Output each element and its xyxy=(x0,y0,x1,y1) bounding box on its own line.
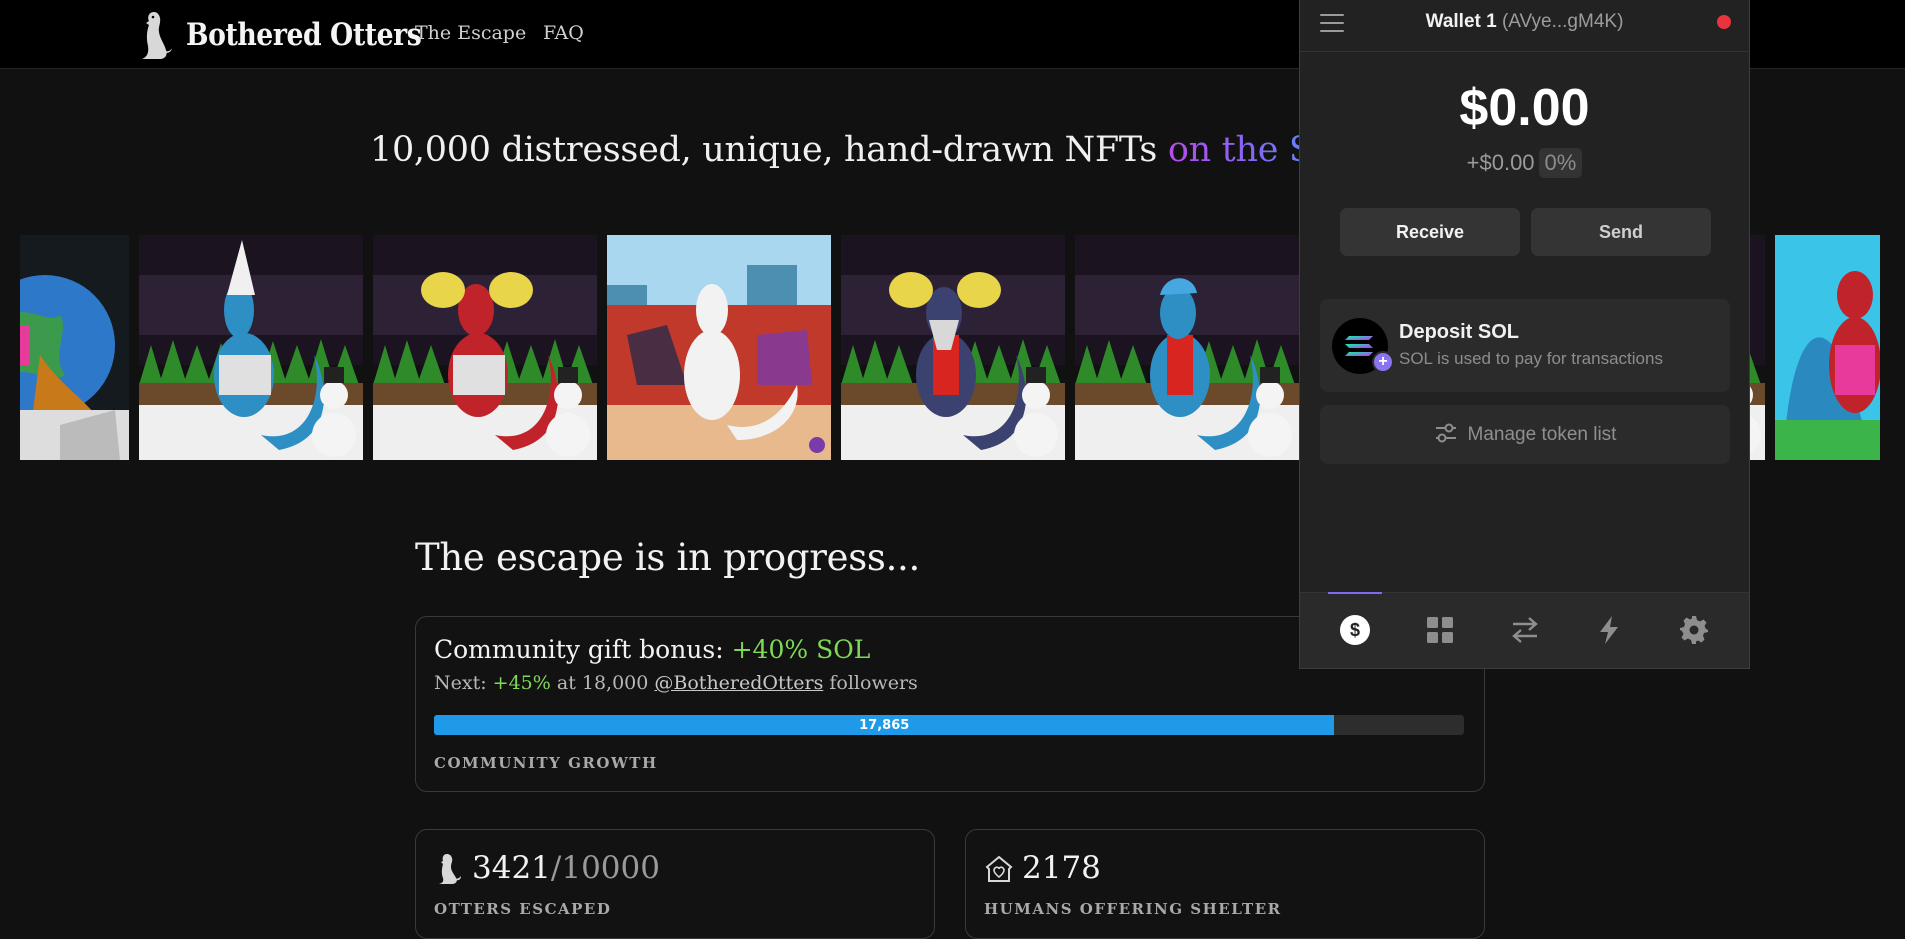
next-prefix: Next: xyxy=(434,672,493,694)
gift-bonus-value: +40% SOL xyxy=(731,635,871,664)
manage-token-list-button[interactable]: Manage token list xyxy=(1320,405,1730,464)
wallet-account-selector[interactable]: Wallet 1 (AVye...gM4K) xyxy=(1300,11,1749,33)
otters-escaped-caption: OTTERS ESCAPED xyxy=(434,900,612,918)
next-threshold: at 18,000 xyxy=(550,672,655,694)
progress-title: The escape is in progress... xyxy=(415,536,920,579)
community-growth-bar: 17,865 xyxy=(434,715,1464,735)
shelter-count: 2178 xyxy=(1022,850,1101,886)
nav-the-escape[interactable]: The Escape xyxy=(415,22,526,44)
next-bonus-line: Next: +45% at 18,000 @BotheredOtters fol… xyxy=(434,672,918,694)
nft-artwork-white-otter-graffiti xyxy=(607,235,831,460)
tab-collectibles[interactable] xyxy=(1420,610,1460,650)
house-heart-icon xyxy=(985,855,1013,882)
deposit-title: Deposit SOL xyxy=(1399,321,1520,343)
dollar-icon: $ xyxy=(1340,615,1370,645)
nft-tile[interactable] xyxy=(20,235,129,460)
gift-bonus-label: Community gift bonus: xyxy=(434,635,732,664)
deposit-subtitle: SOL is used to pay for transactions xyxy=(1399,349,1663,368)
otters-escaped-count: 3421/10000 xyxy=(472,850,660,886)
escaped-total: /10000 xyxy=(550,850,660,886)
shelter-caption: HUMANS OFFERING SHELTER xyxy=(984,900,1282,918)
next-suffix: followers xyxy=(823,672,918,694)
tab-swap[interactable] xyxy=(1505,610,1545,650)
otter-logo-icon xyxy=(142,12,172,59)
nft-artwork-navy-otter-scarf xyxy=(841,235,1065,460)
tab-activity[interactable] xyxy=(1589,610,1629,650)
community-growth-caption: COMMUNITY GROWTH xyxy=(434,754,658,772)
connection-status-dot xyxy=(1717,15,1731,29)
nft-tile[interactable] xyxy=(841,235,1065,460)
twitter-handle-link[interactable]: @BotheredOtters xyxy=(654,672,823,694)
gift-bonus-heading: Community gift bonus: +40% SOL xyxy=(434,635,870,664)
balance-change-percent: 0% xyxy=(1538,148,1583,178)
gear-icon xyxy=(1680,616,1708,644)
nft-artwork-red-otter-pigtails xyxy=(373,235,597,460)
sliders-icon xyxy=(1435,423,1456,443)
next-bonus-value: +45% xyxy=(492,672,551,694)
deposit-sol-card[interactable]: + Deposit SOL SOL is used to pay for tra… xyxy=(1320,299,1730,392)
receive-button[interactable]: Receive xyxy=(1340,208,1520,256)
wallet-address: (AVye...gM4K) xyxy=(1501,11,1624,32)
active-tab-indicator xyxy=(1328,592,1382,594)
nav-faq[interactable]: FAQ xyxy=(543,22,584,44)
nft-artwork-earth xyxy=(20,235,129,460)
nft-tile[interactable] xyxy=(607,235,831,460)
brand-logo[interactable]: Bothered Otters xyxy=(138,8,460,62)
otter-icon xyxy=(439,854,461,884)
wallet-balance: $0.00 xyxy=(1459,79,1590,137)
balance-change-amount: +$0.00 xyxy=(1466,150,1535,175)
nft-tile[interactable] xyxy=(139,235,363,460)
wallet-tab-bar: $ xyxy=(1300,592,1749,668)
wallet-name: Wallet 1 xyxy=(1425,11,1497,32)
swap-icon xyxy=(1512,617,1538,643)
send-button[interactable]: Send xyxy=(1531,208,1711,256)
manage-token-list-label: Manage token list xyxy=(1467,424,1617,445)
otters-escaped-card: 3421/10000 OTTERS ESCAPED xyxy=(415,829,935,939)
humans-shelter-card: 2178 HUMANS OFFERING SHELTER xyxy=(965,829,1485,939)
tab-tokens[interactable]: $ xyxy=(1335,610,1375,650)
hero-tagline: 10,000 distressed, unique, hand-drawn NF… xyxy=(370,130,1382,170)
nft-tile[interactable] xyxy=(1075,235,1299,460)
nft-tile[interactable] xyxy=(373,235,597,460)
wallet-header: Wallet 1 (AVye...gM4K) xyxy=(1300,0,1749,52)
brand-name: Bothered Otters xyxy=(186,17,422,53)
nft-artwork-red-otter-sky xyxy=(1775,235,1880,460)
nft-tile[interactable] xyxy=(1775,235,1880,460)
plus-icon: + xyxy=(1372,351,1394,373)
lightning-icon xyxy=(1600,616,1618,644)
nft-artwork-blue-otter-cap xyxy=(1075,235,1299,460)
community-growth-count: 17,865 xyxy=(859,717,910,733)
nft-artwork-blue-otter-dunce xyxy=(139,235,363,460)
grid-icon xyxy=(1427,617,1453,643)
balance-change: +$0.00 0% xyxy=(1300,148,1749,178)
svg-text:$: $ xyxy=(1350,620,1360,640)
wallet-popup: Wallet 1 (AVye...gM4K) $0.00 +$0.00 0% Re… xyxy=(1299,0,1750,669)
community-growth-fill: 17,865 xyxy=(434,715,1335,735)
escaped-value: 3421 xyxy=(472,850,551,886)
tab-settings[interactable] xyxy=(1674,610,1714,650)
tagline-main: 10,000 distressed, unique, hand-drawn NF… xyxy=(370,130,1168,170)
